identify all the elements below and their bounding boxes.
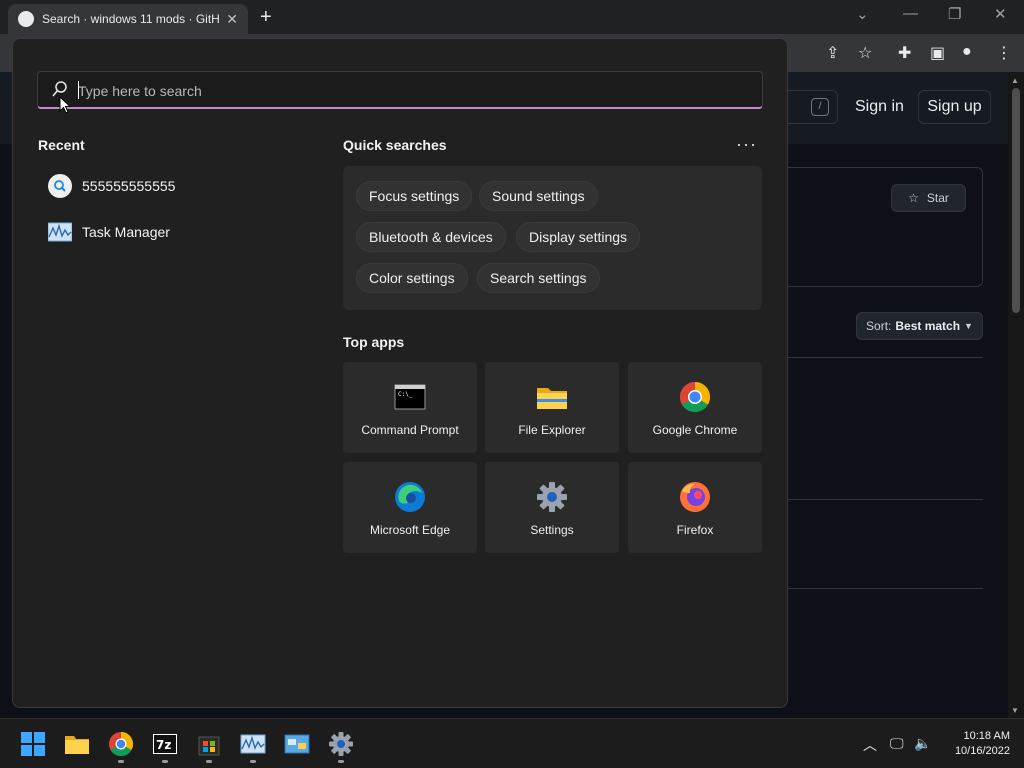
quick-searches-heading: Quick searches bbox=[343, 137, 447, 153]
running-indicator bbox=[206, 760, 212, 763]
top-app-tile[interactable]: File Explorer bbox=[485, 362, 619, 453]
slash-key-hint: / bbox=[811, 98, 829, 116]
quick-search-chip[interactable]: Search settings bbox=[477, 263, 600, 293]
github-icon bbox=[18, 11, 34, 27]
quick-search-chip[interactable]: Bluetooth & devices bbox=[356, 222, 506, 252]
mouse-cursor-icon bbox=[59, 96, 71, 114]
search-input[interactable] bbox=[78, 80, 738, 102]
sign-up-button[interactable]: Sign up bbox=[918, 90, 991, 124]
github-search-field[interactable] bbox=[780, 90, 838, 124]
tab-title: Search · windows 11 mods · GitHub bbox=[42, 12, 220, 26]
top-app-label: Google Chrome bbox=[652, 423, 738, 437]
bookmark-star-icon[interactable]: ☆ bbox=[858, 43, 872, 63]
settings-icon[interactable] bbox=[328, 731, 354, 757]
top-app-label: Settings bbox=[530, 523, 574, 537]
sign-in-link[interactable]: Sign in bbox=[855, 98, 904, 116]
quick-search-chip[interactable]: Color settings bbox=[356, 263, 468, 293]
scroll-down-icon[interactable]: ▼ bbox=[1011, 706, 1019, 715]
recent-heading: Recent bbox=[38, 137, 85, 153]
running-indicator bbox=[250, 760, 256, 763]
network-icon[interactable]: 🖵 bbox=[890, 735, 904, 752]
taskbar-clock[interactable]: 10:18 AM 10/16/2022 bbox=[940, 729, 1010, 759]
running-indicator bbox=[338, 760, 344, 763]
clock-date: 10/16/2022 bbox=[954, 745, 1010, 757]
new-tab-button[interactable]: + bbox=[260, 6, 272, 29]
task-manager-icon[interactable] bbox=[240, 731, 266, 757]
menu-kebab-icon[interactable]: ⋮ bbox=[996, 43, 1012, 63]
search-box[interactable] bbox=[37, 71, 763, 109]
recent-item-label: Task Manager bbox=[82, 224, 170, 240]
recent-item-label: 555555555555 bbox=[82, 178, 176, 194]
divider bbox=[770, 357, 983, 358]
browser-tab[interactable]: Search · windows 11 mods · GitHub ✕ bbox=[8, 4, 248, 34]
extensions-icon[interactable]: ✚ bbox=[898, 43, 911, 63]
firefox-icon bbox=[680, 482, 710, 512]
share-icon[interactable]: ⇪ bbox=[826, 43, 839, 63]
side-panel-icon[interactable]: ▣ bbox=[930, 43, 945, 63]
top-app-tile[interactable]: C:\_ Command Prompt bbox=[343, 362, 477, 453]
svg-text:7z: 7z bbox=[156, 738, 171, 752]
sort-dropdown[interactable]: Sort: Best match ▼ bbox=[856, 312, 983, 340]
command-prompt-icon: C:\_ bbox=[394, 384, 426, 410]
scrollbar-thumb[interactable] bbox=[1012, 88, 1020, 313]
minimize-icon[interactable]: — bbox=[903, 5, 918, 22]
top-app-label: Firefox bbox=[676, 523, 714, 537]
star-button[interactable]: ☆ Star bbox=[891, 184, 966, 212]
top-app-label: Command Prompt bbox=[361, 423, 459, 437]
top-app-label: Microsoft Edge bbox=[369, 523, 451, 537]
close-window-icon[interactable]: ✕ bbox=[994, 5, 1007, 23]
star-label: Star bbox=[926, 191, 949, 205]
quick-search-chip[interactable]: Focus settings bbox=[356, 181, 473, 211]
recent-item[interactable]: 555555555555 bbox=[38, 166, 308, 206]
recent-item[interactable]: Task Manager bbox=[38, 212, 308, 252]
divider bbox=[770, 588, 983, 589]
7zip-icon[interactable]: 7z bbox=[152, 731, 178, 757]
top-app-tile[interactable]: Google Chrome bbox=[628, 362, 762, 453]
text-caret bbox=[78, 81, 79, 99]
caret-down-icon: ▼ bbox=[964, 321, 973, 331]
top-app-tile[interactable]: Microsoft Edge bbox=[343, 462, 477, 553]
control-panel-icon[interactable] bbox=[284, 731, 310, 757]
restore-icon[interactable]: ❐ bbox=[948, 5, 961, 23]
top-app-tile[interactable]: Firefox bbox=[628, 462, 762, 553]
search-icon bbox=[48, 174, 72, 198]
file-explorer-icon[interactable] bbox=[64, 731, 90, 757]
sort-prefix: Sort: bbox=[866, 319, 892, 333]
settings-icon bbox=[537, 482, 567, 512]
quick-search-chip[interactable]: Sound settings bbox=[479, 181, 598, 211]
divider bbox=[770, 499, 983, 500]
more-options-icon[interactable]: ··· bbox=[736, 134, 757, 155]
profile-icon[interactable]: ● bbox=[962, 43, 972, 61]
scroll-up-icon[interactable]: ▲ bbox=[1011, 76, 1019, 85]
top-app-label: File Explorer bbox=[518, 423, 586, 437]
tab-search-icon[interactable]: ⌄ bbox=[856, 5, 869, 23]
chrome-icon bbox=[679, 382, 711, 413]
running-indicator bbox=[162, 760, 168, 763]
quick-search-chip[interactable]: Display settings bbox=[516, 222, 641, 252]
store-icon[interactable] bbox=[196, 731, 222, 757]
tab-close-icon[interactable]: ✕ bbox=[226, 11, 238, 28]
edge-icon bbox=[395, 482, 425, 512]
running-indicator bbox=[118, 760, 124, 763]
svg-text:C:\_: C:\_ bbox=[398, 391, 413, 398]
show-hidden-icons-icon[interactable]: ︿ bbox=[863, 735, 877, 755]
sort-value: Best match bbox=[895, 319, 961, 333]
top-apps-heading: Top apps bbox=[343, 334, 405, 350]
top-app-tile[interactable]: Settings bbox=[485, 462, 619, 553]
star-icon: ☆ bbox=[908, 191, 919, 205]
chrome-icon[interactable] bbox=[108, 731, 134, 757]
start-icon[interactable] bbox=[20, 731, 46, 757]
volume-icon[interactable]: 🔈 bbox=[914, 735, 931, 752]
file-explorer-icon bbox=[537, 388, 567, 409]
clock-time: 10:18 AM bbox=[963, 730, 1010, 742]
task-manager-icon bbox=[48, 222, 72, 242]
